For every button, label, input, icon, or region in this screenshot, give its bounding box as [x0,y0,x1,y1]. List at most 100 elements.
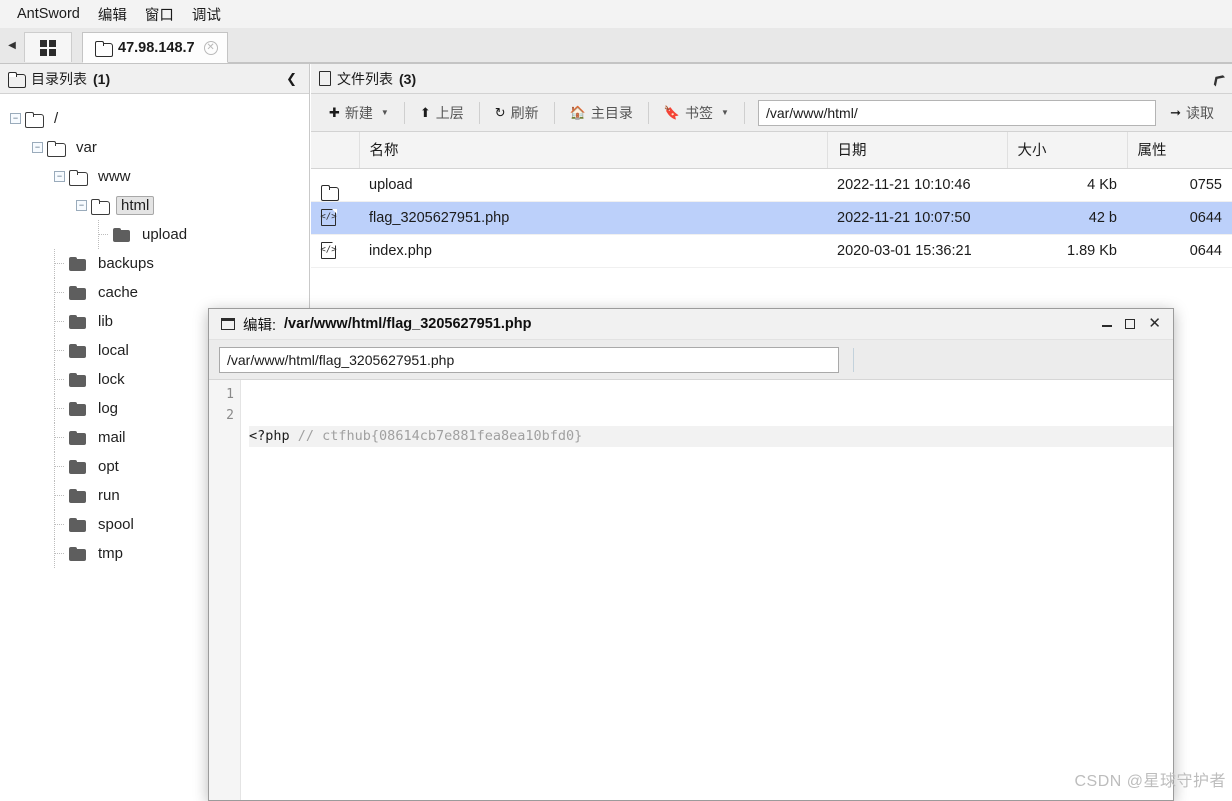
tree-node-label: lock [98,371,125,388]
row-name[interactable]: upload [359,168,827,202]
column-header-icon[interactable] [311,132,360,169]
row-icon-cell [311,168,359,202]
folder-solid-icon [69,546,87,561]
folder-open-icon [69,169,88,186]
menu-item-antsword[interactable]: AntSword [8,3,89,25]
row-date: 2022-11-21 10:10:46 [827,168,1007,202]
tree-line [54,365,69,394]
chevron-expand-icon[interactable]: ❮ [1209,69,1228,88]
code-editor[interactable]: 1 2 <?php // ctfhub{08614cb7e881fea8ea10… [209,380,1173,800]
file-panel-header: 文件列表 (3) ❮ [311,64,1232,94]
folder-solid-icon [69,256,87,271]
folder-solid-icon [69,459,87,474]
tree-node-label: backups [98,255,154,272]
column-header-name[interactable]: 名称 [359,132,828,169]
table-row[interactable]: upload 2022-11-21 10:10:46 4 Kb 0755 [311,168,1232,202]
folder-open-icon [25,111,44,128]
row-size: 1.89 Kb [1007,234,1127,268]
table-row[interactable]: </> index.php 2020-03-01 15:36:21 1.89 K… [311,234,1232,268]
tree-node-label: cache [98,284,139,301]
menu-item-window[interactable]: 窗口 [136,1,183,28]
tree-line [54,481,69,510]
tree-node-upload[interactable]: upload [10,220,309,249]
file-toolbar: ✚ 新建 ▼ ⬆ 上层 ↻ 刷新 🏠 主目录 🔖 书签 ▼ /var/www/h… [311,94,1232,132]
tree-node-label: lib [98,313,114,330]
table-row[interactable]: </> flag_3205627951.php 2022-11-21 10:07… [311,201,1232,235]
file-panel-title-text: 文件列表 [337,70,393,87]
row-name[interactable]: flag_3205627951.php [359,201,827,235]
chevron-left-icon[interactable]: ❮ [286,71,301,87]
tree-line [54,510,69,539]
tree-toggle-icon[interactable]: − [54,171,65,182]
tree-toggle-icon[interactable]: − [76,200,87,211]
tree-node-root[interactable]: − / [10,104,309,133]
column-header-date[interactable]: 日期 [827,132,1008,169]
tree-line [54,278,69,307]
row-icon-cell: </> [311,234,359,268]
row-name[interactable]: index.php [359,234,827,268]
window-controls: ✕ [1102,316,1165,331]
directory-panel-count: (1) [93,70,111,87]
tree-toggle-icon[interactable]: − [32,142,43,153]
tree-line [54,452,69,481]
row-size: 42 b [1007,201,1127,235]
folder-open-icon [91,198,110,215]
file-panel-count: (3) [399,70,417,87]
tree-toggle-icon[interactable]: − [10,113,21,124]
refresh-button[interactable]: ↻ 刷新 [485,100,549,126]
tab-scroll-left-icon[interactable]: ◀ [0,28,24,63]
toolbar-separator [743,101,745,124]
editor-dialog-title: 编辑: /var/www/html/flag_3205627951.php [221,314,531,335]
close-icon[interactable]: ✕ [1148,316,1161,331]
folder-icon [8,71,26,88]
menu-item-edit[interactable]: 编辑 [89,1,136,28]
tree-node-label: run [98,487,120,504]
menu-item-debug[interactable]: 调试 [183,1,230,28]
tree-node-html[interactable]: − html [10,191,309,220]
folder-solid-icon [69,314,87,329]
line-number: 1 [226,387,234,402]
editor-dialog-title-path: /var/www/html/flag_3205627951.php [284,316,532,332]
folder-open-icon [47,140,66,157]
tree-node-cache[interactable]: cache [10,278,309,307]
tree-node-label: spool [98,516,134,533]
bookmark-button[interactable]: 🔖 书签 ▼ [654,100,739,126]
close-circle-icon[interactable]: ✕ [203,40,218,55]
maximize-icon[interactable] [1125,319,1136,329]
chevron-down-icon[interactable]: ▼ [381,108,389,117]
path-input[interactable] [757,99,1157,126]
tree-node-www[interactable]: − www [10,162,309,191]
tree-node-label: / [54,110,59,127]
tree-line [54,249,69,278]
tree-node-backups[interactable]: backups [10,249,309,278]
folder-solid-icon [69,343,87,358]
tab-47-98-148-7[interactable]: 47.98.148.7 ✕ [82,32,228,63]
column-header-size[interactable]: 大小 [1007,132,1128,169]
tab-overview-button[interactable] [24,32,72,62]
code-file-icon: </> [320,208,337,226]
code-content[interactable]: <?php // ctfhub{08614cb7e881fea8ea10bfd0… [241,380,1173,800]
folder-solid-icon [69,372,87,387]
folder-solid-icon [69,430,87,445]
tree-node-label: mail [98,429,126,446]
line-number-gutter: 1 2 [209,380,241,800]
column-header-attr[interactable]: 属性 [1127,132,1232,169]
directory-panel-title: 目录列表 (1) [8,69,110,89]
line-number: 2 [226,408,234,423]
minimize-icon[interactable] [1102,321,1113,327]
antsword-window: AntSword 编辑 窗口 调试 ◀ 47.98.148.7 ✕ 目录列表 (… [0,0,1232,801]
plus-circle-icon: ✚ [329,104,340,120]
read-button[interactable]: ➞ 读取 [1160,100,1224,126]
tree-node-label: opt [98,458,119,475]
home-button[interactable]: 🏠 主目录 [560,100,643,126]
tree-node-var[interactable]: − var [10,133,309,162]
editor-toolbar-separator [853,347,854,372]
tree-node-label: log [98,400,119,417]
up-button[interactable]: ⬆ 上层 [410,100,474,126]
up-button-label: 上层 [435,104,464,121]
arrow-right-icon: ➞ [1170,104,1181,120]
editor-path-input[interactable] [219,346,839,373]
editor-dialog-titlebar[interactable]: 编辑: /var/www/html/flag_3205627951.php ✕ [209,309,1173,340]
new-button[interactable]: ✚ 新建 ▼ [319,100,399,126]
chevron-down-icon[interactable]: ▼ [721,108,729,117]
